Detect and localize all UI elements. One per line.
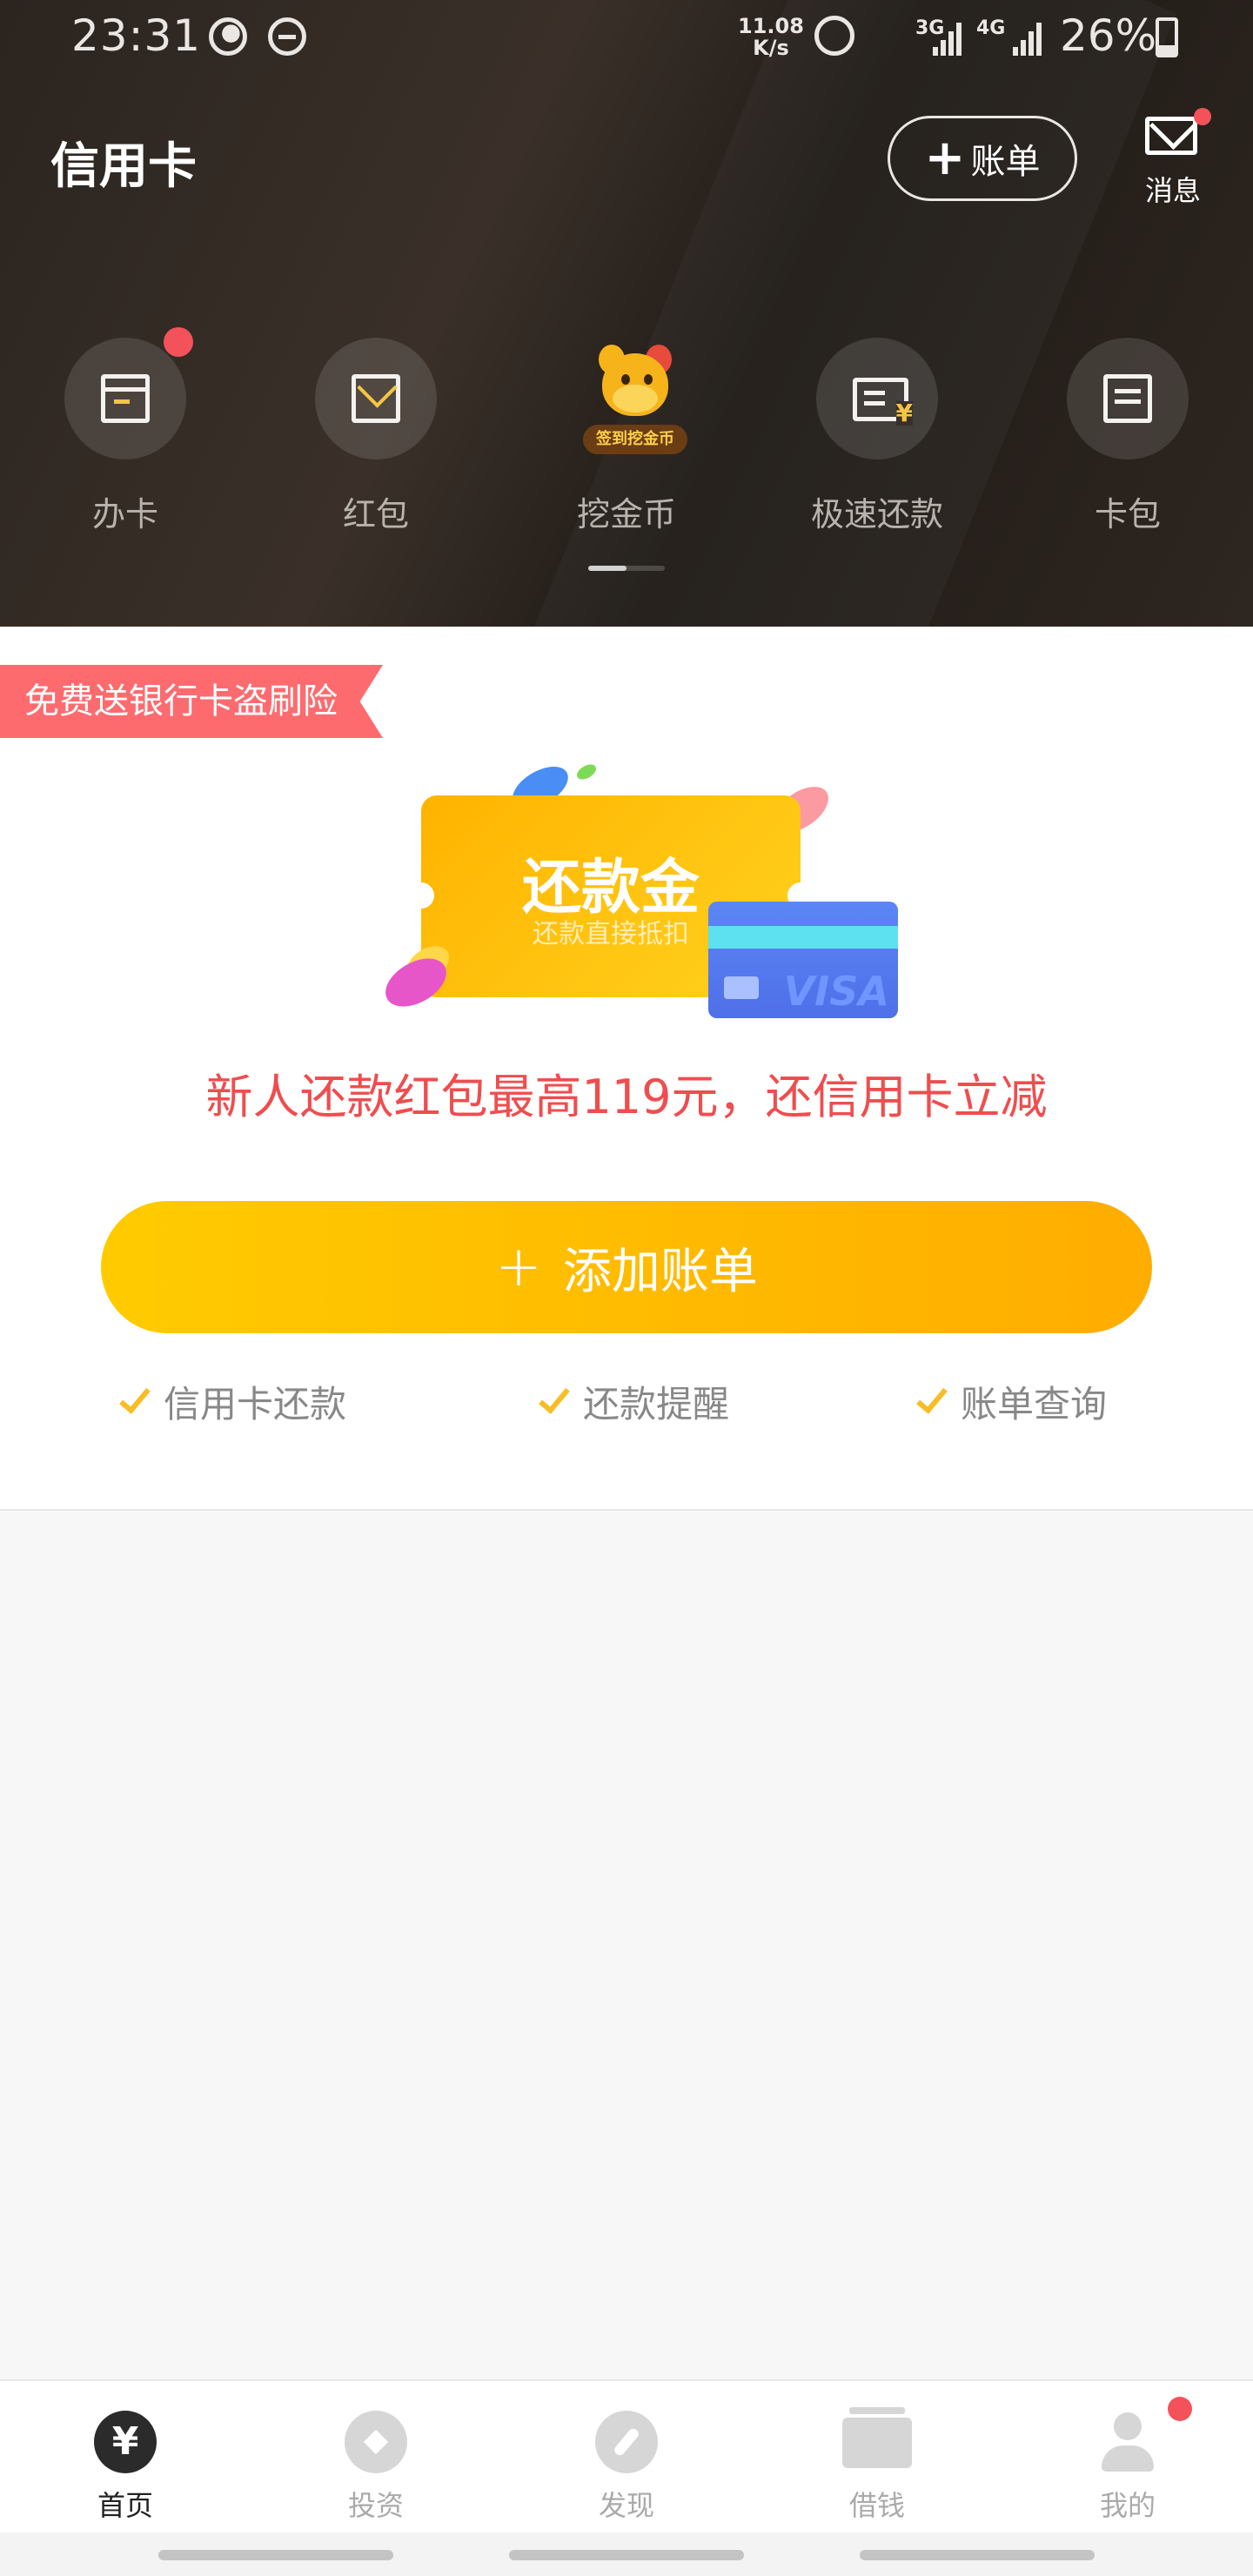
- add-bill-button[interactable]: + 账单: [888, 116, 1077, 201]
- tab-label: 投资: [347, 2489, 404, 2522]
- plus-icon: +: [924, 130, 966, 186]
- red-packet-icon: [352, 374, 400, 423]
- quick-action-red-packet[interactable]: 红包: [280, 338, 472, 547]
- tab-mine[interactable]: 我的: [1002, 2381, 1253, 2534]
- network-4g-label: 4G: [976, 17, 1006, 39]
- feature-label: 还款提醒: [583, 1383, 730, 1426]
- quick-action-label: 挖金币: [576, 495, 676, 533]
- repay-coupon-illustration: 还款金 还款直接抵扣 VISA: [377, 758, 905, 1044]
- tab-home[interactable]: ¥ 首页: [0, 2381, 251, 2534]
- notification-dot: [1194, 108, 1211, 125]
- mail-icon: [1145, 117, 1197, 155]
- nav-handle[interactable]: [158, 2550, 393, 2560]
- promo-text: 新人还款红包最高119元，还信用卡立减: [205, 1070, 1048, 1124]
- credit-card-image: VISA: [708, 902, 898, 1018]
- tab-discover[interactable]: 发现: [501, 2381, 752, 2534]
- quick-action-label: 卡包: [1094, 495, 1161, 533]
- tab-borrow[interactable]: 借钱: [752, 2381, 1002, 2534]
- quick-action-apply-card[interactable]: 办卡: [30, 327, 221, 547]
- status-time: 23:31: [71, 10, 202, 61]
- nav-handle[interactable]: [509, 2550, 744, 2560]
- wallet-icon: [842, 2407, 912, 2468]
- notification-dot: [164, 327, 193, 357]
- signal-3g-icon: [929, 21, 962, 56]
- network-speed: 11.08 K/s: [738, 16, 804, 59]
- page-title: 信用卡: [50, 138, 197, 195]
- network-speed-unit: K/s: [753, 36, 789, 60]
- quick-action-label: 红包: [342, 495, 409, 533]
- add-bill-label: 账单: [970, 142, 1041, 182]
- notification-dot: [1168, 2397, 1192, 2421]
- status-bar: 23:31 11.08 K/s 3G 4G 26%: [0, 0, 1253, 77]
- header: 23:31 11.08 K/s 3G 4G 26% 信用卡 + 账单 消息 办卡: [0, 0, 1253, 627]
- globe-icon: [209, 17, 247, 56]
- tab-label: 我的: [1099, 2489, 1156, 2522]
- tab-label: 借钱: [848, 2489, 905, 2522]
- add-bill-main-label: 添加账单: [562, 1243, 758, 1300]
- system-nav-bar: [0, 2532, 1253, 2576]
- check-icon: [119, 1380, 151, 1414]
- battery-percent: 26%: [1060, 10, 1157, 61]
- card-icon: [101, 374, 150, 423]
- check-icon: [539, 1380, 570, 1414]
- check-icon: [916, 1380, 948, 1414]
- mascot-icon: 签到挖金币: [583, 345, 687, 454]
- network-speed-value: 11.08: [738, 14, 804, 38]
- do-not-disturb-icon: [268, 17, 306, 56]
- card-wallet-icon: [1103, 374, 1152, 423]
- fast-repay-icon: [853, 378, 913, 426]
- feature-label: 信用卡还款: [164, 1383, 347, 1426]
- nav-handle[interactable]: [860, 2550, 1095, 2560]
- battery-icon: [1156, 17, 1178, 57]
- compass-icon: [595, 2411, 658, 2473]
- leaf-decoration: [574, 761, 599, 783]
- diamond-icon: [345, 2411, 407, 2473]
- quick-action-label: 极速还款: [810, 495, 943, 533]
- mascot-badge: 签到挖金币: [583, 425, 687, 454]
- signal-4g-icon: [1009, 21, 1042, 56]
- promo-card: 免费送银行卡盗刷险 还款金 还款直接抵扣 VISA 新人还款红包最高119元，还…: [0, 627, 1253, 1511]
- bottom-tab-bar: ¥ 首页 投资 发现 借钱 我的: [0, 2379, 1253, 2532]
- quick-action-card-wallet[interactable]: 卡包: [1032, 338, 1223, 547]
- messages-label: 消息: [1144, 174, 1201, 207]
- plus-icon: +: [495, 1235, 542, 1299]
- tab-invest[interactable]: 投资: [251, 2381, 501, 2534]
- card-brand: VISA: [783, 968, 889, 1015]
- feature-item: 还款提醒: [539, 1375, 730, 1428]
- feature-item: 账单查询: [916, 1375, 1108, 1428]
- messages-button[interactable]: 消息: [1131, 108, 1215, 209]
- add-bill-main-button[interactable]: + 添加账单: [101, 1201, 1152, 1333]
- feature-label: 账单查询: [961, 1383, 1108, 1426]
- tab-label: 首页: [97, 2489, 153, 2522]
- insurance-ribbon[interactable]: 免费送银行卡盗刷险: [0, 665, 383, 738]
- feature-item: 信用卡还款: [119, 1375, 347, 1428]
- quick-action-label: 办卡: [91, 495, 158, 533]
- alarm-icon: [814, 16, 854, 56]
- page-indicator: [588, 566, 665, 571]
- yuan-icon: ¥: [94, 2411, 157, 2473]
- tab-label: 发现: [598, 2489, 654, 2522]
- card-chip-icon: [724, 976, 759, 999]
- quick-action-fast-repay[interactable]: 极速还款: [781, 338, 973, 547]
- person-icon: [1096, 2411, 1159, 2473]
- quick-action-dig-coins[interactable]: 签到挖金币 挖金币: [531, 338, 722, 547]
